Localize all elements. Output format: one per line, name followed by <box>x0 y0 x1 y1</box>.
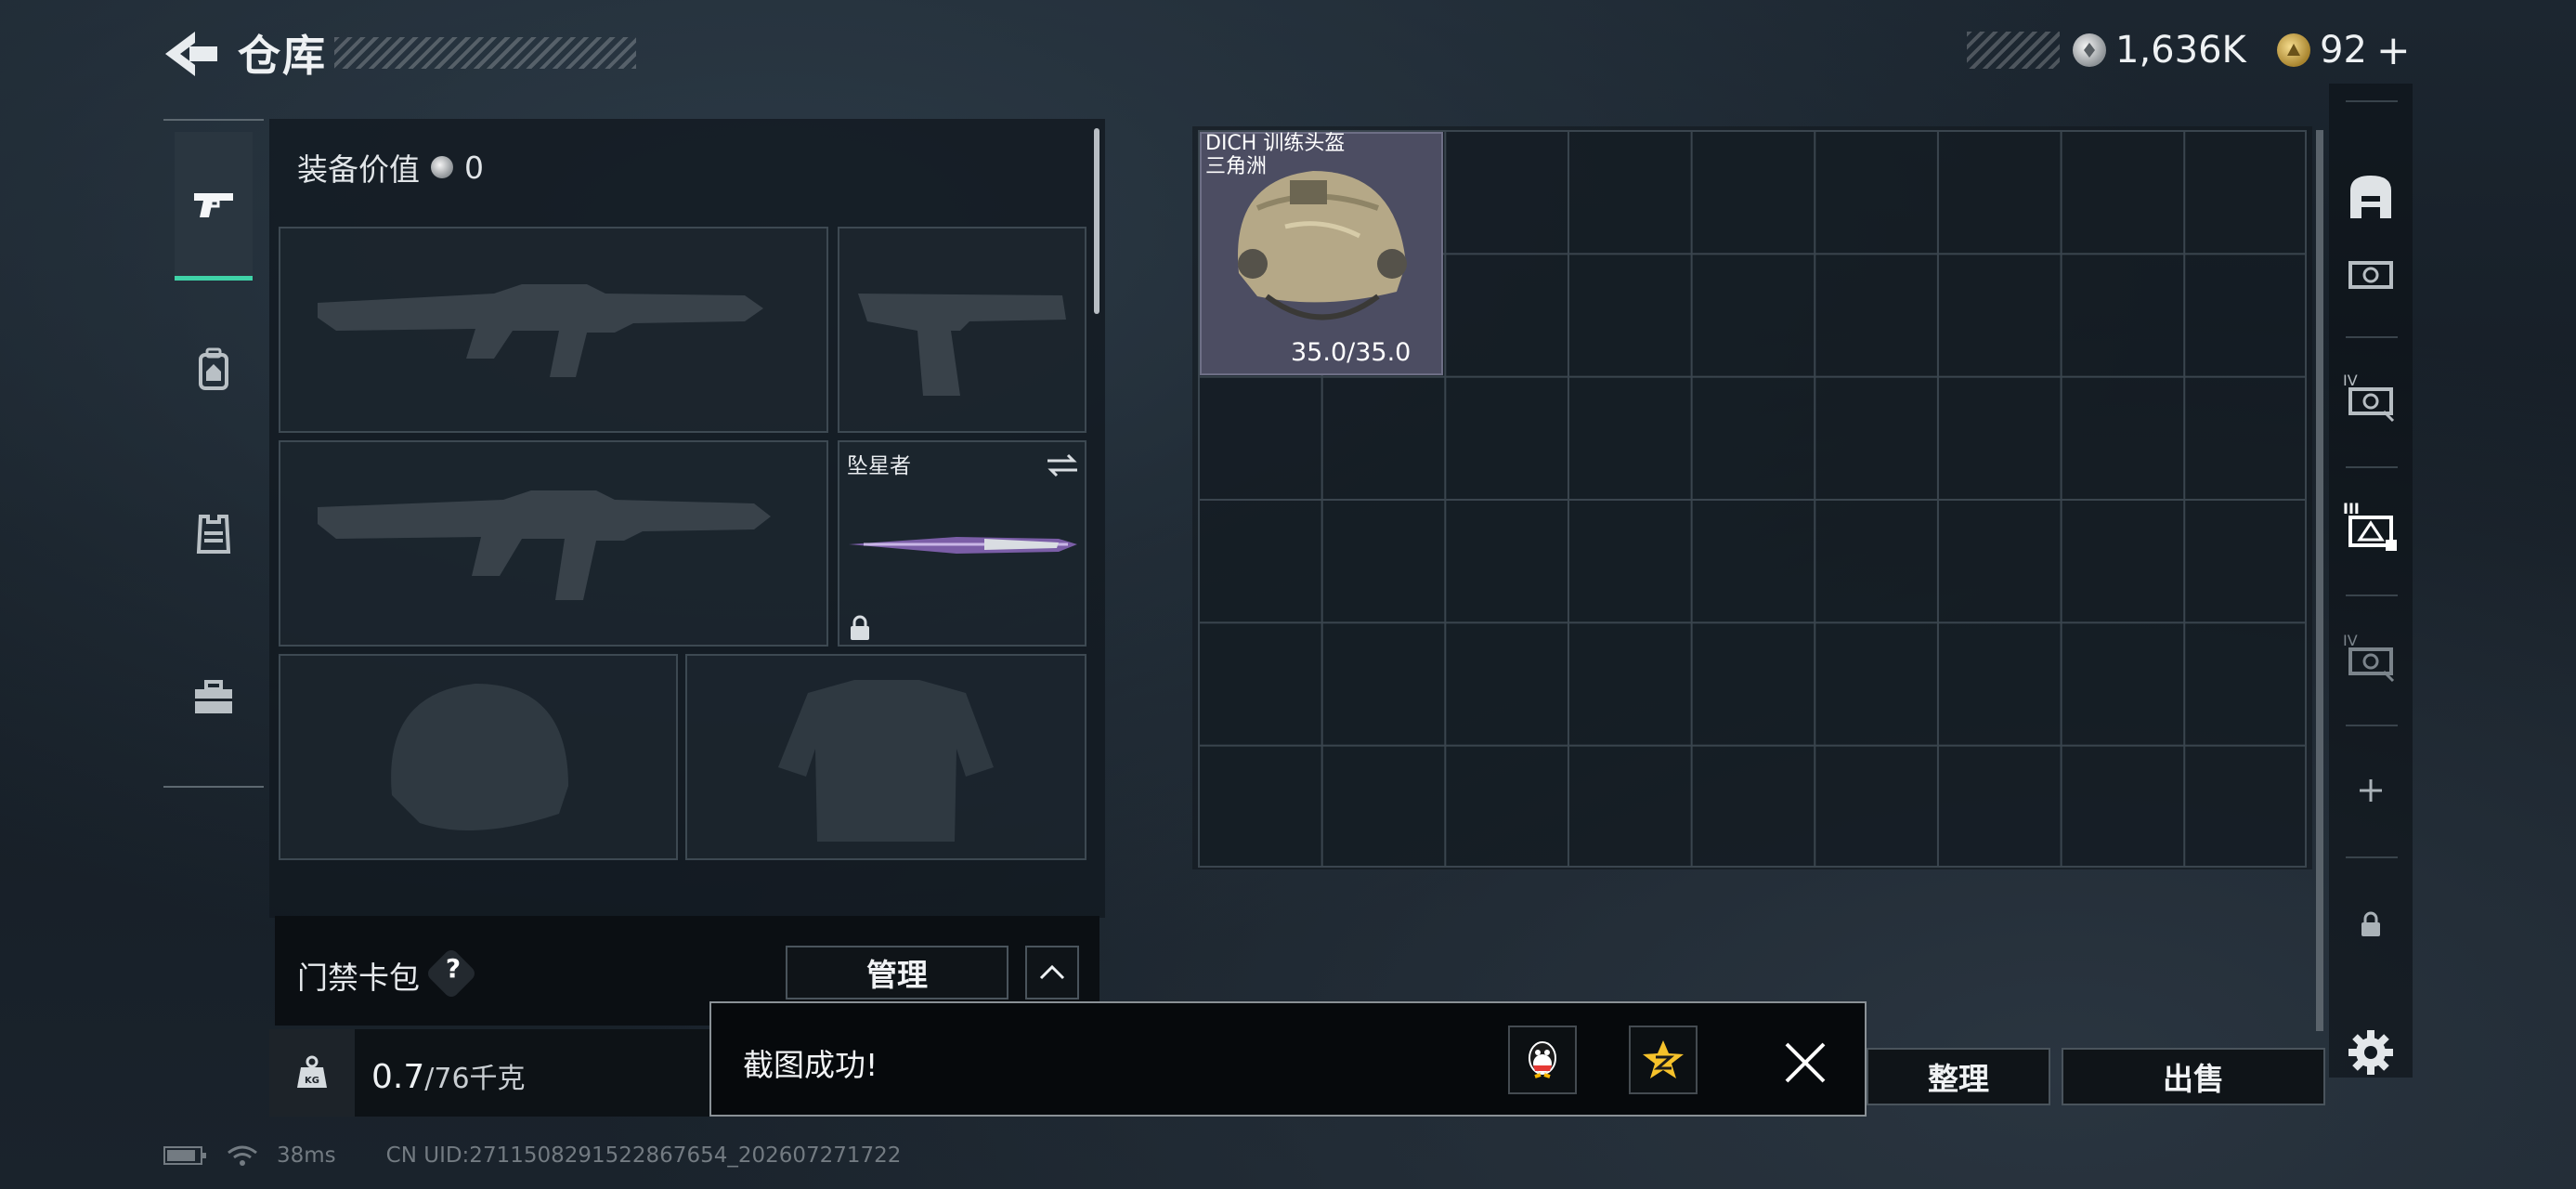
share-qzone-button[interactable] <box>1629 1026 1698 1094</box>
svg-text:III: III <box>2343 500 2360 517</box>
chevron-up-icon <box>1039 964 1065 980</box>
battery-icon <box>163 1146 206 1165</box>
rail-divider <box>2346 725 2398 726</box>
weight-max: /76千克 <box>424 1063 526 1095</box>
add-currency-button[interactable]: + <box>2376 27 2411 74</box>
filter-tier-iv-2[interactable]: IV <box>2336 622 2405 691</box>
tier-iv-box-icon-2: IV <box>2343 632 2395 683</box>
help-icon[interactable]: ? <box>435 953 472 984</box>
manage-button[interactable]: 管理 <box>786 946 1008 1000</box>
filter-all[interactable] <box>2336 162 2405 230</box>
settings-button[interactable] <box>2336 1018 2405 1087</box>
loadout-scrollbar[interactable] <box>1094 128 1099 314</box>
body-armor-silhouette-icon <box>778 680 994 842</box>
page-title: 仓库 <box>238 31 327 81</box>
sort-button[interactable]: 整理 <box>1867 1048 2050 1105</box>
tab-toolbox[interactable] <box>175 622 253 771</box>
status-bar: 38ms CN UID:2711508291522867654_20260727… <box>163 1137 901 1174</box>
weight-current: 0.7 <box>371 1058 425 1096</box>
lock-icon <box>2361 911 2380 936</box>
rail-divider <box>2346 594 2398 596</box>
filter-tier-iii[interactable]: III <box>2336 492 2405 561</box>
rail-divider <box>2346 856 2398 858</box>
toast-message: 截图成功! <box>743 1047 878 1083</box>
rifle-silhouette-icon <box>318 284 763 377</box>
swap-icon[interactable] <box>1046 451 1079 479</box>
weight-readout: 0.7/76千克 <box>371 1055 526 1096</box>
tier-v-box-icon <box>2348 261 2393 289</box>
add-storage-button[interactable] <box>2336 756 2405 825</box>
qzone-icon <box>1643 1040 1684 1078</box>
add-icon <box>2360 779 2382 802</box>
melee-slot[interactable]: 坠星者 <box>838 440 1086 647</box>
filter-tier-iv[interactable]: IV <box>2336 362 2405 431</box>
sell-button[interactable]: 出售 <box>2062 1048 2325 1105</box>
lock-icon <box>851 615 869 640</box>
ping-value: 38ms <box>277 1143 336 1168</box>
helmet-item-map: 三角洲 <box>1205 155 1268 178</box>
rail-divider <box>2346 466 2398 468</box>
weight-icon-text: KG <box>305 1076 319 1086</box>
equipment-value-amount: 0 <box>464 149 484 186</box>
helmet-silhouette-icon <box>391 684 568 830</box>
qq-icon <box>1529 1041 1556 1078</box>
helmet-item-label: DICH 训练头盔 三角洲 <box>1205 132 1345 178</box>
silver-currency: 1,636K <box>2073 28 2246 72</box>
helmet-item-name: DICH 训练头盔 <box>1205 132 1346 155</box>
back-arrow-icon <box>165 32 217 76</box>
tab-vest[interactable] <box>175 459 253 608</box>
knife-icon <box>849 537 1077 554</box>
silver-coin-icon <box>2073 33 2106 67</box>
melee-name: 坠星者 <box>847 454 911 478</box>
armor-slot[interactable] <box>685 654 1086 860</box>
tab-weapons[interactable] <box>175 132 253 281</box>
wifi-icon <box>228 1145 257 1166</box>
tier-iv-box-icon: IV <box>2343 372 2395 423</box>
secondary-weapon-slot[interactable] <box>279 440 828 647</box>
storage-scrollbar[interactable] <box>2316 130 2323 1031</box>
svg-text:IV: IV <box>2343 372 2358 389</box>
svg-text:IV: IV <box>2343 632 2358 649</box>
tab-backpack[interactable] <box>175 295 253 444</box>
equipment-value: 装备价值 0 <box>297 145 484 189</box>
gold-currency-value: 92 <box>2320 29 2367 72</box>
filter-tier-v[interactable] <box>2336 236 2405 305</box>
locked-slot[interactable] <box>2336 890 2405 959</box>
silver-currency-value: 1,636K <box>2115 29 2246 72</box>
helmet-slot[interactable] <box>279 654 678 860</box>
gear-icon <box>2348 1030 2393 1075</box>
gold-currency[interactable]: 92 + <box>2277 27 2411 74</box>
weight-icon: KG <box>297 1055 327 1088</box>
toast-close-button[interactable] <box>1777 1035 1833 1091</box>
sidearm-slot[interactable] <box>838 227 1086 433</box>
currency-decoration <box>1967 32 2060 69</box>
rail-divider <box>2346 336 2398 338</box>
backpack-icon <box>199 347 228 390</box>
toolbox-icon <box>195 680 232 713</box>
title-decoration <box>334 37 636 69</box>
primary-weapon-slot[interactable] <box>279 227 828 433</box>
pistol-silhouette-icon <box>858 294 1066 396</box>
silver-coin-icon <box>431 156 453 178</box>
user-uid: CN UID:2711508291522867654_202607271722 <box>385 1143 902 1168</box>
keycard-label: 门禁卡包 <box>297 960 420 996</box>
weight-icon-box: KG <box>269 1029 355 1117</box>
tier-iii-box-icon: III <box>2343 500 2397 551</box>
rail-divider <box>2346 100 2398 102</box>
vest-icon <box>196 515 231 554</box>
back-button[interactable] <box>158 26 223 82</box>
close-icon <box>1785 1042 1826 1083</box>
collapse-button[interactable] <box>1025 946 1079 1000</box>
share-qq-button[interactable] <box>1508 1026 1577 1094</box>
gold-coin-icon <box>2277 33 2310 67</box>
pistol-icon <box>194 192 233 217</box>
all-icon <box>2350 176 2391 218</box>
equipment-value-label: 装备价值 <box>297 151 420 188</box>
rifle-silhouette-icon <box>318 490 771 600</box>
helmet-durability: 35.0/35.0 <box>1291 338 1412 367</box>
